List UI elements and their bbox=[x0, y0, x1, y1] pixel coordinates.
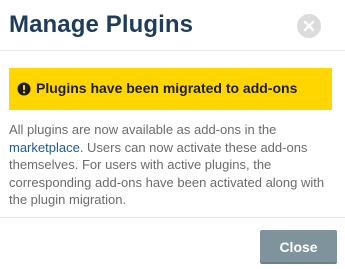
footer-divider bbox=[0, 217, 345, 218]
alert-message: Plugins have been migrated to add-ons bbox=[36, 80, 298, 96]
dialog-title: Manage Plugins bbox=[9, 11, 194, 38]
manage-plugins-dialog: Manage Plugins Plugins have been migrate… bbox=[0, 0, 345, 269]
migration-description: All plugins are now available as add-ons… bbox=[9, 121, 339, 209]
migration-alert-banner: Plugins have been migrated to add-ons bbox=[9, 68, 332, 110]
close-circle-icon[interactable] bbox=[297, 14, 321, 38]
marketplace-link[interactable]: marketplace bbox=[9, 140, 80, 155]
header-divider bbox=[0, 50, 345, 51]
description-text-start: All plugins are now available as add-ons… bbox=[9, 122, 277, 137]
exclamation-circle-icon bbox=[17, 82, 31, 96]
close-button[interactable]: Close bbox=[260, 230, 337, 264]
